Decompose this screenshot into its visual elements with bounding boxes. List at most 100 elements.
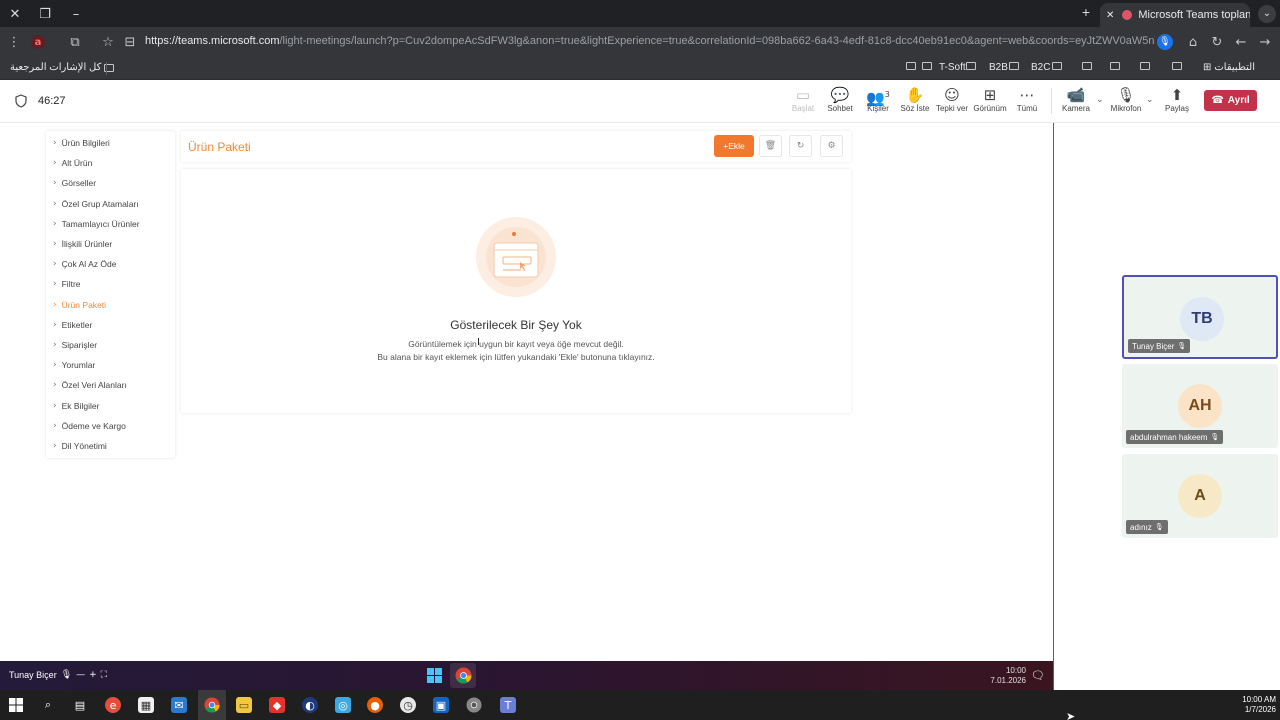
microphone-in-use-icon[interactable]: 🎙 [1157, 34, 1173, 50]
bookmark-folder[interactable] [906, 62, 916, 70]
bookmark-tsoft[interactable]: T-Soft [939, 62, 966, 73]
share-button[interactable]: ⬆ Paylaş [1157, 86, 1197, 120]
app-icon[interactable]: ◐ [302, 697, 318, 713]
side-menu-item-label: Dil Yönetimi [61, 441, 107, 451]
bookmark-folder[interactable] [1172, 62, 1182, 70]
bookmark-b2b[interactable]: B2B [989, 62, 1008, 73]
zoom-out-icon[interactable]: — [76, 670, 85, 680]
chrome-icon[interactable] [466, 697, 482, 713]
side-menu-item[interactable]: › Yorumlar [53, 358, 95, 372]
close-tab-icon[interactable]: ✕ [1106, 10, 1114, 21]
reload-icon[interactable]: ↻ [1208, 33, 1226, 51]
app-icon[interactable]: e [105, 697, 121, 713]
chrome-icon[interactable] [204, 697, 220, 713]
side-menu-item[interactable]: › Alt Ürün [53, 156, 92, 170]
bookmark-b2c[interactable]: B2C [1031, 62, 1050, 73]
refresh-button[interactable]: ↻ [789, 135, 812, 157]
clock-app-icon[interactable]: ◷ [400, 697, 416, 713]
mic-button[interactable]: 🎙 Mikrofon [1106, 86, 1146, 120]
back-icon[interactable]: ← [1232, 33, 1250, 51]
tab-teams-meeting[interactable]: ✕ Microsoft Teams toplantısı [1100, 3, 1250, 27]
file-explorer-icon[interactable]: ▭ [236, 697, 252, 713]
meeting-timer: 46:27 [38, 95, 66, 107]
anydesk-icon[interactable]: ◆ [269, 697, 285, 713]
side-menu-item[interactable]: › Etiketler [53, 318, 92, 332]
firefox-icon[interactable]: ● [367, 697, 383, 713]
extensions-puzzle-icon[interactable]: ⧉ [66, 33, 84, 51]
tab-search-icon[interactable]: ⌄ [1258, 5, 1276, 23]
chat-icon: 💬 [830, 86, 850, 104]
teams-icon[interactable]: T [500, 697, 516, 713]
system-clock[interactable]: 10:00 AM 1/7/2026 [1234, 695, 1276, 715]
side-menu-item[interactable]: › Tamamlayıcı Ürünler [53, 217, 140, 231]
bookmark-apps[interactable]: ⊞ التطبيقات [1203, 62, 1255, 73]
view-button[interactable]: ⊞ Görünüm [970, 86, 1010, 120]
address-bar: ⋮ a ⧉ ☆ ⊟ https://teams.microsoft.com/li… [0, 27, 1280, 57]
react-button[interactable]: ☺ Tepki ver [932, 86, 972, 120]
bookmark-star-icon[interactable]: ☆ [99, 33, 117, 51]
extension-icon[interactable]: a [31, 35, 45, 49]
browser-menu-icon[interactable]: ⋮ [5, 33, 23, 51]
leave-button[interactable]: ☎ Ayrıl [1204, 90, 1257, 111]
windows-start-icon[interactable] [8, 697, 24, 713]
new-tab-button[interactable]: + [1077, 4, 1095, 22]
remote-clock: 10:00 7.01.2026 [990, 666, 1026, 685]
bookmark-folder[interactable] [922, 62, 932, 70]
bookmark-folder[interactable] [1009, 62, 1019, 70]
chevron-right-icon: › [53, 259, 57, 270]
folder-icon [966, 62, 976, 70]
side-menu-item[interactable]: › Ürün Bilgileri [53, 136, 110, 150]
forward-icon[interactable]: → [1256, 33, 1274, 51]
more-button[interactable]: ⋯ Tümü [1007, 86, 1047, 120]
chevron-right-icon: › [53, 218, 57, 229]
side-menu-item-label: Özel Veri Alanları [61, 380, 127, 391]
side-menu-item[interactable]: › Filtre [53, 277, 81, 291]
task-view-icon[interactable]: ▤ [72, 697, 88, 713]
side-menu-item[interactable]: › İlişkili Ürünler [53, 237, 112, 251]
bookmark-folder[interactable] [1140, 62, 1150, 70]
bookmark-folder[interactable] [1052, 62, 1062, 70]
delete-button[interactable]: 🗑 [759, 135, 782, 157]
side-menu-item[interactable]: › Ürün Paketi [53, 298, 106, 312]
search-icon[interactable]: ⌕ [40, 697, 56, 713]
notification-icon: 🗨 [1031, 669, 1045, 682]
participant-tile[interactable]: Aadınız 🎙 [1122, 454, 1278, 538]
bookmark-folder[interactable] [1082, 62, 1092, 70]
raise-hand-button[interactable]: ✋ Söz İste [895, 86, 935, 120]
participant-tile[interactable]: AH abdulrahman hakeem 🎙 [1122, 364, 1278, 448]
side-menu-item[interactable]: › Görseller [53, 176, 96, 190]
home-icon[interactable]: ⌂ [1184, 33, 1202, 51]
side-menu-item[interactable]: › Çok Al Az Öde [53, 257, 116, 271]
page-info-icon[interactable]: ⊟ [121, 33, 139, 51]
restore-window-icon[interactable]: ❐ [35, 4, 55, 24]
start-button[interactable]: ▭ Başlat [783, 86, 823, 120]
all-bookmarks[interactable]: كل الإشارات المرجعية [10, 62, 115, 73]
side-menu-item[interactable]: › Dil Yönetimi [53, 439, 107, 453]
zoom-in-icon[interactable]: + [89, 670, 97, 680]
fit-screen-icon[interactable]: ⛶ [101, 670, 107, 680]
camera-button[interactable]: 📹 Kamera [1056, 86, 1096, 120]
side-menu-item[interactable]: › Ek Bilgiler [53, 399, 99, 413]
participant-tile[interactable]: TB Tunay Biçer 🎙 [1122, 275, 1278, 359]
chat-button[interactable]: 💬 Sohbet [820, 86, 860, 120]
app-icon[interactable]: ◎ [335, 697, 351, 713]
mail-icon[interactable]: ✉ [171, 697, 187, 713]
minimize-window-icon[interactable]: – [66, 4, 86, 24]
remote-desktop-icon[interactable]: ▣ [433, 697, 449, 713]
side-menu-item[interactable]: › Özel Veri Alanları [53, 378, 127, 392]
add-button[interactable]: +Ekle [714, 135, 754, 157]
side-menu-item-label: Tamamlayıcı Ürünler [61, 218, 140, 229]
side-menu-item[interactable]: › Ödeme ve Kargo [53, 419, 126, 433]
side-menu-item[interactable]: › Siparişler [53, 338, 97, 352]
side-menu-item-label: Ödeme ve Kargo [61, 420, 126, 431]
bookmark-folder[interactable] [1110, 62, 1120, 70]
store-icon[interactable]: ▦ [138, 697, 154, 713]
side-menu-item-label: Ürün Bilgileri [61, 138, 110, 148]
settings-button[interactable]: ⚙ [820, 135, 843, 157]
people-button[interactable]: 👥3 Kişiler [858, 86, 898, 120]
close-window-icon[interactable]: ✕ [5, 4, 25, 24]
windows-taskbar: ⌕ ▤ e ▦ ✉ ▭ ◆ ◐ ◎ ● ◷ ▣ T 10:00 AM 1/7/20… [0, 690, 1280, 720]
url-field[interactable]: https://teams.microsoft.com/light-meetin… [145, 35, 1155, 49]
bookmark-folder[interactable] [966, 62, 976, 70]
side-menu-item[interactable]: › Özel Grup Atamaları [53, 197, 139, 211]
